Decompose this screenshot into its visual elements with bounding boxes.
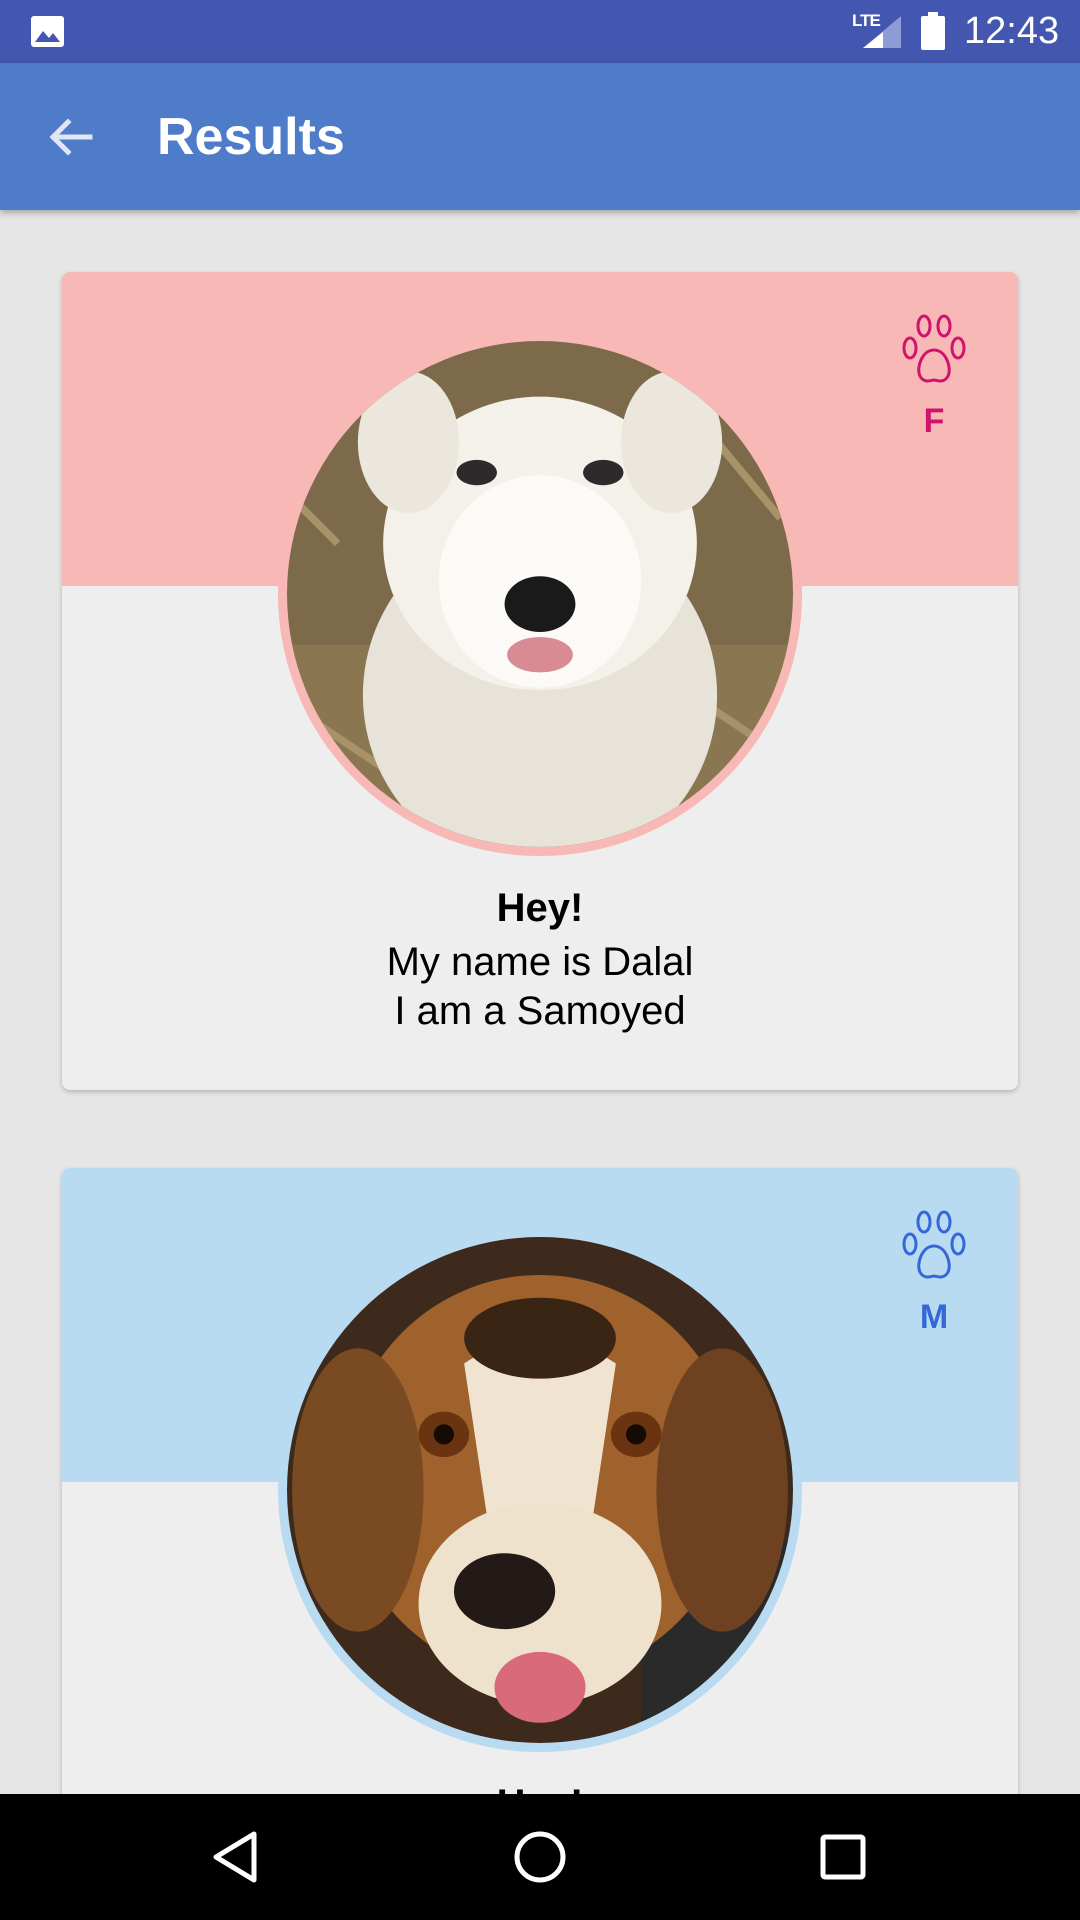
clock: 12:43: [964, 10, 1060, 52]
dog-card[interactable]: M Hey!: [62, 1168, 1018, 1794]
home-circle-icon[interactable]: [507, 1824, 573, 1890]
signal-icon: [863, 16, 901, 48]
results-list[interactable]: F Hey! My name is Dalal I am a Samoyed M: [0, 210, 1080, 1794]
gender-indicator: M: [902, 1208, 966, 1337]
dog-photo: [278, 1228, 802, 1752]
dog-breed: I am a Samoyed: [394, 989, 686, 1033]
battery-icon: [921, 12, 945, 50]
greeting: Hey!: [496, 886, 584, 930]
page-title: Results: [157, 108, 345, 166]
gallery-icon: [31, 16, 64, 47]
gender-indicator: F: [902, 312, 966, 441]
gender-label: F: [923, 402, 945, 440]
dog-card[interactable]: F Hey! My name is Dalal I am a Samoyed: [62, 272, 1018, 1090]
paw-icon: [902, 1210, 966, 1279]
recents-square-icon[interactable]: [810, 1824, 876, 1890]
back-triangle-icon[interactable]: [204, 1824, 270, 1890]
greeting: Hey!: [62, 1782, 1018, 1794]
status-bar: LTE 12:43: [0, 0, 1080, 63]
dog-photo: [278, 332, 802, 856]
app-bar: Results: [0, 63, 1080, 210]
gender-label: M: [919, 1298, 949, 1336]
dog-name: My name is Dalal: [386, 940, 694, 984]
navigation-bar: [0, 1794, 1080, 1920]
paw-icon: [902, 314, 966, 383]
arrow-back-icon[interactable]: [44, 111, 96, 163]
